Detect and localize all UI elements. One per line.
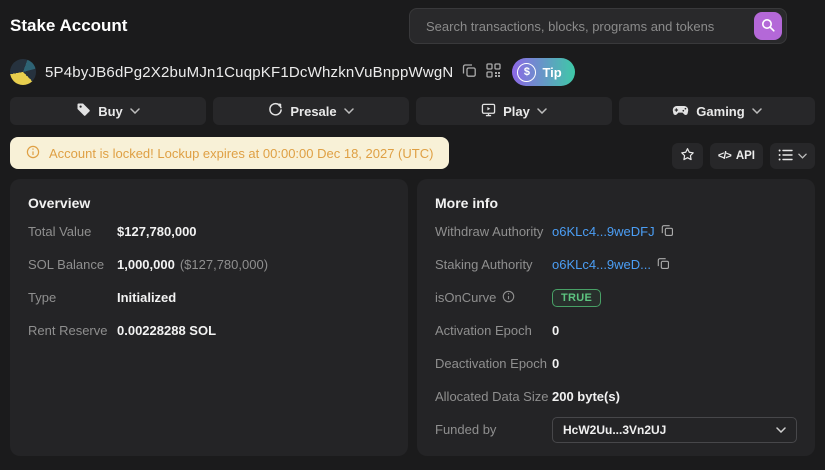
copy-icon — [661, 224, 674, 240]
overview-card-title: Overview — [28, 191, 390, 215]
alert-toolbar-row: Account is locked! Lockup expires at 00:… — [10, 137, 815, 169]
account-address-row: 5P4byJB6dPg2X2buMJn1CuqpKF1DcWhzknVuBnpp… — [10, 58, 815, 86]
api-button-label: API — [736, 150, 755, 162]
search-icon — [761, 18, 775, 35]
copy-icon — [657, 257, 670, 273]
promo-nav-row: Buy Presale Play — [10, 97, 815, 125]
list-icon — [778, 149, 793, 164]
staking-authority-row: Staking Authority o6KLc4...9weD... — [435, 248, 797, 281]
play-button-label: Play — [503, 104, 530, 119]
is-on-curve-label-text: isOnCurve — [435, 290, 496, 305]
search-input[interactable] — [424, 18, 754, 35]
presale-button-label: Presale — [290, 104, 336, 119]
withdraw-authority-link[interactable]: o6KLc4...9weDFJ — [552, 224, 655, 239]
chevron-down-icon — [752, 108, 762, 114]
funded-by-row: Funded by HcW2Uu...3Vn2UJ — [435, 413, 797, 446]
is-on-curve-label: isOnCurve — [435, 290, 552, 306]
deactivation-epoch-value: 0 — [552, 356, 559, 371]
info-icon — [26, 145, 40, 162]
qr-code-button[interactable] — [486, 63, 501, 81]
gaming-button[interactable]: Gaming — [619, 97, 815, 125]
sol-balance-label: SOL Balance — [28, 257, 117, 272]
tip-button[interactable]: $ Tip — [512, 58, 574, 86]
allocated-data-size-label: Allocated Data Size — [435, 389, 552, 404]
activation-epoch-value: 0 — [552, 323, 559, 338]
buy-button[interactable]: Buy — [10, 97, 206, 125]
is-on-curve-row: isOnCurve TRUE — [435, 281, 797, 314]
sol-balance-row: SOL Balance 1,000,000 ($127,780,000) — [28, 248, 390, 281]
account-address: 5P4byJB6dPg2X2buMJn1CuqpKF1DcWhzknVuBnpp… — [45, 64, 453, 81]
pie-dots-icon — [268, 102, 283, 120]
header: Stake Account — [0, 0, 825, 44]
total-value-row: Total Value $127,780,000 — [28, 215, 390, 248]
activation-epoch-row: Activation Epoch 0 — [435, 314, 797, 347]
chevron-down-icon — [537, 108, 547, 114]
rent-reserve-value: 0.00228288 SOL — [117, 323, 216, 338]
deactivation-epoch-row: Deactivation Epoch 0 — [435, 347, 797, 380]
chevron-down-icon — [776, 427, 786, 433]
tag-icon — [76, 102, 91, 120]
chevron-down-icon — [130, 108, 140, 114]
funded-by-dropdown[interactable]: HcW2Uu...3Vn2UJ — [552, 417, 797, 443]
more-info-card-title: More info — [435, 191, 797, 215]
account-toolbar: </> API — [672, 143, 815, 169]
presale-button[interactable]: Presale — [213, 97, 409, 125]
more-info-card: More info Withdraw Authority o6KLc4...9w… — [417, 179, 815, 456]
type-value: Initialized — [117, 290, 176, 305]
search-bar — [409, 8, 787, 44]
withdraw-authority-row: Withdraw Authority o6KLc4...9weDFJ — [435, 215, 797, 248]
staking-authority-label: Staking Authority — [435, 257, 552, 272]
total-value-label: Total Value — [28, 224, 117, 239]
buy-button-label: Buy — [98, 104, 123, 119]
is-on-curve-badge: TRUE — [552, 289, 601, 307]
sol-balance-usd: ($127,780,000) — [180, 257, 268, 272]
dollar-coin-icon: $ — [517, 63, 536, 82]
staking-authority-link[interactable]: o6KLc4...9weD... — [552, 257, 651, 272]
type-row: Type Initialized — [28, 281, 390, 314]
withdraw-authority-label: Withdraw Authority — [435, 224, 552, 239]
activation-epoch-label: Activation Epoch — [435, 323, 552, 338]
allocated-data-size-row: Allocated Data Size 200 byte(s) — [435, 380, 797, 413]
play-button[interactable]: Play — [416, 97, 612, 125]
star-icon — [680, 147, 695, 165]
code-icon: </> — [718, 150, 731, 162]
search-button[interactable] — [754, 12, 782, 40]
tip-button-label: Tip — [542, 65, 561, 80]
gaming-button-label: Gaming — [696, 104, 744, 119]
qr-code-icon — [486, 63, 501, 81]
funded-by-selected-value: HcW2Uu...3Vn2UJ — [563, 423, 666, 437]
funded-by-label: Funded by — [435, 422, 552, 437]
copy-icon — [462, 63, 477, 81]
favorite-button[interactable] — [672, 143, 703, 169]
allocated-data-size-value: 200 byte(s) — [552, 389, 620, 404]
api-button[interactable]: </> API — [710, 143, 763, 169]
cards-row: Overview Total Value $127,780,000 SOL Ba… — [10, 179, 815, 456]
deactivation-epoch-label: Deactivation Epoch — [435, 356, 552, 371]
rent-reserve-label: Rent Reserve — [28, 323, 117, 338]
sol-balance-value: 1,000,000 — [117, 257, 175, 272]
list-menu-button[interactable] — [770, 143, 815, 169]
gamepad-icon — [672, 104, 689, 119]
copy-address-button[interactable] — [462, 63, 477, 81]
info-icon — [502, 290, 515, 306]
total-value: $127,780,000 — [117, 224, 197, 239]
lockup-alert-banner: Account is locked! Lockup expires at 00:… — [10, 137, 449, 169]
monitor-icon — [481, 103, 496, 120]
account-avatar — [10, 59, 36, 85]
copy-staking-authority-button[interactable] — [657, 257, 670, 273]
page-title: Stake Account — [10, 16, 127, 36]
chevron-down-icon — [344, 108, 354, 114]
copy-withdraw-authority-button[interactable] — [661, 224, 674, 240]
stake-account-page: Stake Account 5P4byJB6dPg2X2buMJn1CuqpKF… — [0, 0, 825, 470]
overview-card: Overview Total Value $127,780,000 SOL Ba… — [10, 179, 408, 456]
rent-reserve-row: Rent Reserve 0.00228288 SOL — [28, 314, 390, 347]
chevron-down-icon — [798, 153, 807, 159]
type-label: Type — [28, 290, 117, 305]
lockup-alert-text: Account is locked! Lockup expires at 00:… — [49, 146, 433, 161]
